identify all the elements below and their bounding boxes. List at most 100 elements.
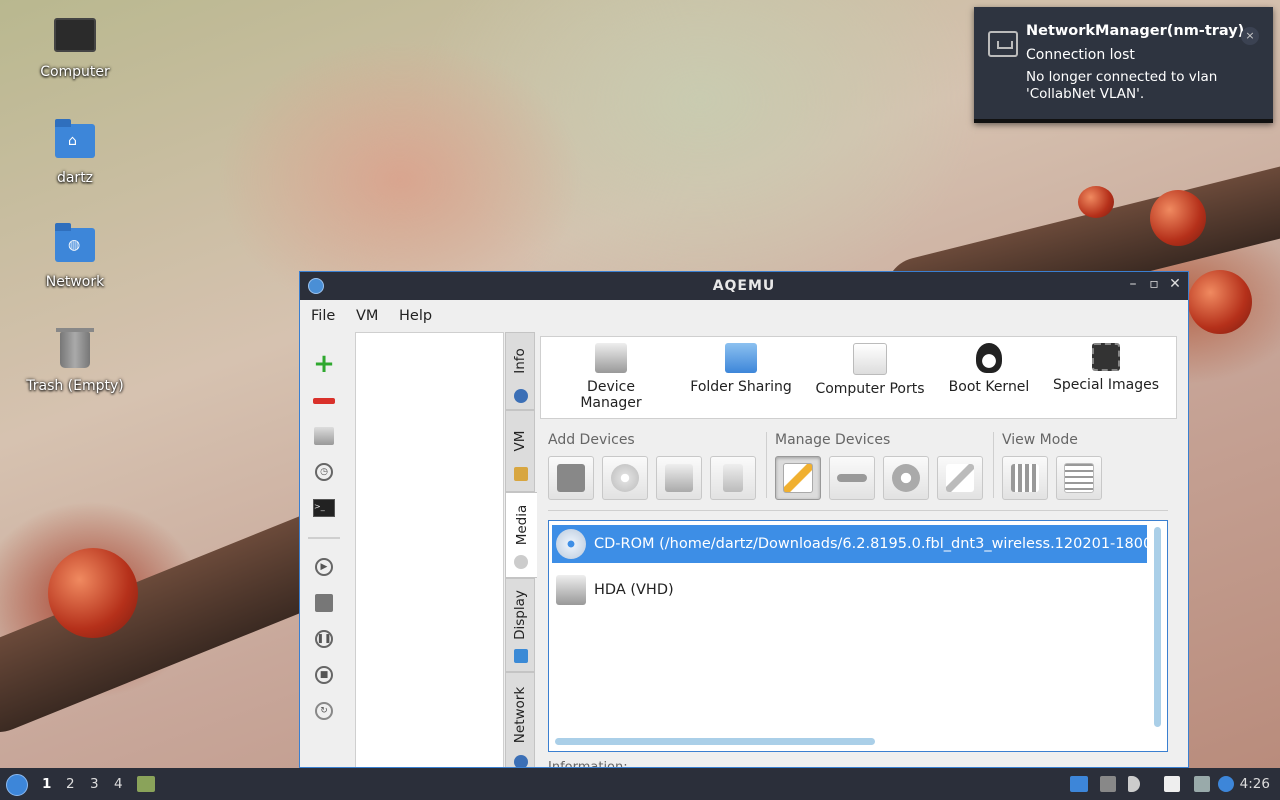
desktop-icon-trash[interactable]: Trash (Empty) bbox=[20, 328, 130, 394]
wallpaper-berry bbox=[1078, 186, 1114, 218]
desktop-icon-network[interactable]: ◍ Network bbox=[20, 223, 130, 290]
menubar: File VM Help bbox=[300, 300, 1188, 330]
add-vm-button[interactable]: + bbox=[312, 351, 336, 377]
tux-icon bbox=[976, 343, 1002, 373]
folder-icon bbox=[725, 343, 757, 373]
desktop-icon-computer[interactable]: Computer bbox=[20, 14, 130, 80]
vm-list[interactable] bbox=[355, 332, 504, 767]
special-images-button[interactable]: Special Images bbox=[1051, 343, 1161, 393]
network-icon bbox=[514, 755, 528, 767]
vertical-scrollbar[interactable] bbox=[1154, 527, 1161, 727]
view-icons-button[interactable] bbox=[1002, 456, 1048, 500]
window-titlebar[interactable]: AQEMU – ▫ ✕ bbox=[300, 272, 1188, 300]
desktop-icon-label: Trash (Empty) bbox=[26, 378, 124, 394]
minimize-button[interactable]: – bbox=[1123, 276, 1143, 292]
device-properties-button[interactable] bbox=[883, 456, 929, 500]
remove-vm-button[interactable] bbox=[312, 389, 336, 413]
workspace-3[interactable]: 3 bbox=[90, 776, 99, 792]
view-mode-label: View Mode bbox=[1002, 432, 1078, 448]
computer-ports-button[interactable]: Computer Ports bbox=[813, 343, 927, 397]
start-vm-button[interactable]: ▶ bbox=[312, 555, 336, 579]
list-view-icon bbox=[1064, 463, 1094, 493]
vm-clock-button[interactable]: ◷ bbox=[312, 460, 336, 484]
add-devices-label: Add Devices bbox=[548, 432, 635, 448]
desktop-icon-label: Network bbox=[45, 274, 105, 290]
show-desktop-icon[interactable] bbox=[1070, 776, 1088, 792]
notification-title: NetworkManager(nm-tray) bbox=[1026, 23, 1245, 39]
restore-button[interactable]: ▫ bbox=[1144, 276, 1164, 292]
notification-popup[interactable]: NetworkManager(nm-tray) Connection lost … bbox=[974, 7, 1273, 123]
add-floppy-button[interactable] bbox=[548, 456, 594, 500]
reset-vm-button[interactable]: ↻ bbox=[312, 699, 336, 723]
tools-icon bbox=[514, 467, 528, 481]
device-row-cdrom[interactable]: CD-ROM (/home/dartz/Downloads/6.2.8195.0… bbox=[552, 525, 1147, 563]
vertical-tabs: Info VM Media Display Network bbox=[505, 332, 538, 767]
add-harddisk-button[interactable] bbox=[656, 456, 702, 500]
chip-icon bbox=[1092, 343, 1120, 371]
tab-vm[interactable]: VM bbox=[505, 410, 535, 492]
workspace-4[interactable]: 4 bbox=[114, 776, 123, 792]
stop-vm-button[interactable]: ■ bbox=[312, 663, 336, 687]
removable-media-icon[interactable] bbox=[1100, 776, 1116, 792]
wallpaper-berry bbox=[48, 548, 138, 638]
device-row-hda[interactable]: HDA (VHD) bbox=[552, 571, 1147, 609]
menu-vm[interactable]: VM bbox=[356, 308, 378, 324]
disc-icon bbox=[514, 555, 528, 569]
display-icon bbox=[514, 649, 528, 663]
toolbar-separator bbox=[308, 537, 340, 539]
floppy-icon bbox=[557, 464, 585, 492]
save-vm-button[interactable] bbox=[312, 591, 336, 615]
terminal-button[interactable]: >_ bbox=[312, 496, 336, 520]
start-menu-button[interactable] bbox=[6, 774, 28, 796]
boot-kernel-button[interactable]: Boot Kernel bbox=[945, 343, 1033, 395]
trash-icon bbox=[53, 328, 97, 372]
workspace-1[interactable]: 1 bbox=[42, 776, 51, 792]
computer-icon bbox=[53, 18, 97, 58]
clock[interactable]: 4:26 bbox=[1240, 776, 1270, 792]
wallpaper-berry bbox=[1150, 190, 1206, 246]
folder-sharing-button[interactable]: Folder Sharing bbox=[689, 343, 793, 395]
device-manager-button[interactable]: Device Manager bbox=[555, 343, 667, 411]
vm-toolbar: + ◷ >_ ▶ ❚❚ ■ ↻ bbox=[306, 334, 342, 767]
menu-file[interactable]: File bbox=[311, 308, 335, 324]
clipboard-icon[interactable] bbox=[1164, 776, 1180, 792]
network-disconnected-icon[interactable] bbox=[1194, 776, 1210, 792]
tab-display[interactable]: Display bbox=[505, 578, 535, 672]
info-icon bbox=[514, 389, 528, 403]
vm-disk-button[interactable] bbox=[312, 424, 336, 448]
notification-close-button[interactable]: × bbox=[1241, 27, 1259, 45]
desktop-icon-label: Computer bbox=[40, 64, 110, 80]
edit-pencil-icon bbox=[783, 463, 813, 493]
add-cdrom-button[interactable] bbox=[602, 456, 648, 500]
workspace-2[interactable]: 2 bbox=[66, 776, 75, 792]
tab-info[interactable]: Info bbox=[505, 332, 535, 410]
desktop-icon-home[interactable]: ⌂ dartz bbox=[20, 119, 130, 186]
aqemu-window: AQEMU – ▫ ✕ File VM Help + ◷ >_ ▶ ❚❚ ■ ↻… bbox=[299, 271, 1189, 768]
information-label: Information: bbox=[548, 760, 628, 768]
notification-body: No longer connected to vlan 'CollabNet V… bbox=[1026, 69, 1218, 102]
add-flash-button[interactable] bbox=[710, 456, 756, 500]
notification-tray-icon[interactable] bbox=[1218, 776, 1234, 792]
remove-device-button[interactable] bbox=[829, 456, 875, 500]
grid-view-icon bbox=[1011, 464, 1039, 492]
device-toolbar: Device Manager Folder Sharing Computer P… bbox=[540, 336, 1177, 419]
menu-help[interactable]: Help bbox=[399, 308, 432, 324]
tab-media[interactable]: Media bbox=[505, 492, 538, 578]
rename-device-button[interactable] bbox=[937, 456, 983, 500]
aqemu-taskbar-icon[interactable] bbox=[137, 776, 155, 792]
pencil-icon bbox=[946, 464, 974, 492]
device-list[interactable]: CD-ROM (/home/dartz/Downloads/6.2.8195.0… bbox=[548, 520, 1168, 752]
view-list-button[interactable] bbox=[1056, 456, 1102, 500]
usb-port-icon bbox=[853, 343, 887, 375]
harddisk-icon bbox=[665, 464, 693, 492]
network-wired-icon bbox=[988, 31, 1018, 57]
tab-network[interactable]: Network bbox=[505, 672, 535, 767]
edit-device-button[interactable] bbox=[775, 456, 821, 500]
close-button[interactable]: ✕ bbox=[1165, 276, 1185, 292]
desktop-icon-label: dartz bbox=[56, 170, 94, 186]
home-folder-icon: ⌂ bbox=[53, 119, 97, 164]
horizontal-scrollbar[interactable] bbox=[555, 738, 875, 745]
volume-icon[interactable] bbox=[1128, 776, 1140, 792]
pause-vm-button[interactable]: ❚❚ bbox=[312, 627, 336, 651]
harddisk-icon bbox=[556, 575, 586, 605]
